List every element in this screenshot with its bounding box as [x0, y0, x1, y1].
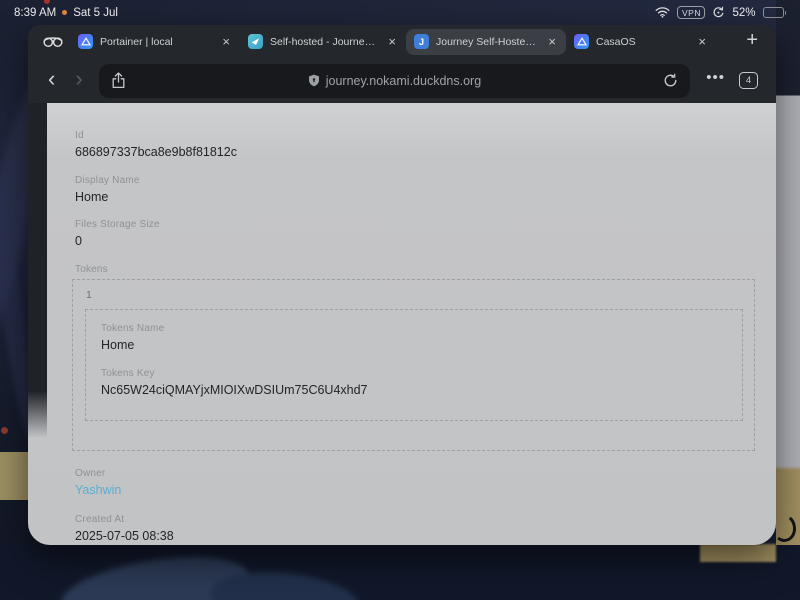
tab-portainer[interactable]: Portainer | local × — [70, 29, 240, 55]
tokens-list-box: 1 Tokens Name Home Tokens Key Nc65W24ciQ… — [72, 279, 755, 451]
field-value: Nc65W24ciQMAYjxMIOIXwDSIUm75C6U4xhd7 — [101, 383, 368, 397]
tab-title: Portainer | local — [100, 35, 173, 48]
tab-bar: Portainer | local × Self-hosted - Journe… — [28, 25, 776, 58]
status-left: 8:39 AM Sat 5 Jul — [14, 7, 118, 19]
owner-link[interactable]: Yashwin — [75, 483, 121, 497]
browser-window: Portainer | local × Self-hosted - Journe… — [28, 25, 776, 545]
url-text: journey.nokami.duckdns.org — [325, 73, 482, 88]
tab-casaos[interactable]: CasaOS × — [566, 29, 716, 55]
vpn-badge: VPN — [677, 6, 706, 19]
field-display-name: Display Name Home — [75, 175, 140, 204]
journey-favicon-icon: J — [414, 34, 429, 49]
reload-icon[interactable] — [663, 73, 678, 88]
clock-date: Sat 5 Jul — [73, 6, 118, 19]
field-files-storage-size: Files Storage Size 0 — [75, 219, 160, 248]
tab-journey-forum[interactable]: Self-hosted - Journey Forum × — [240, 29, 406, 55]
field-owner: Owner Yashwin — [75, 468, 121, 497]
field-label: Owner — [75, 468, 106, 479]
tab-title: Journey Self-Hosted Sync Drive — [436, 35, 539, 48]
field-id: Id 686897337bca8e9b8f81812c — [75, 130, 237, 159]
wallpaper-art — [700, 544, 776, 562]
wallpaper-art — [776, 0, 800, 600]
field-value: Home — [101, 338, 135, 352]
wallpaper-art — [0, 452, 28, 500]
tab-title: Self-hosted - Journey Forum — [270, 35, 380, 48]
url-display: journey.nokami.duckdns.org — [99, 74, 691, 88]
battery-icon — [762, 7, 786, 18]
field-label: Tokens Key — [101, 368, 155, 379]
page-content: Id 686897337bca8e9b8f81812c Display Name… — [28, 103, 776, 545]
status-bar: 8:39 AM Sat 5 Jul VPN 52% — [0, 0, 800, 25]
close-tab-icon[interactable]: × — [220, 35, 232, 48]
battery-percent: 52% — [732, 6, 756, 19]
url-field[interactable]: journey.nokami.duckdns.org — [98, 63, 691, 98]
close-tab-icon[interactable]: × — [546, 35, 558, 48]
field-label: Files Storage Size — [75, 219, 160, 230]
tab-count-button[interactable]: 4 — [739, 72, 758, 89]
wallpaper-art — [0, 545, 800, 600]
vpn-active-indicator-icon — [62, 10, 68, 15]
forum-favicon-icon — [248, 34, 263, 49]
private-mask-icon[interactable] — [36, 35, 70, 48]
field-value: 2025-07-05 08:38 — [75, 529, 174, 543]
orientation-lock-icon — [712, 6, 725, 19]
site-security-shield-icon — [308, 74, 320, 87]
field-label: Id — [75, 130, 84, 141]
token-item-box: Tokens Name Home Tokens Key Nc65W24ciQMA… — [85, 309, 743, 421]
content-left-shadow — [28, 103, 47, 438]
field-value: 0 — [75, 234, 82, 248]
tokens-section-label: Tokens — [75, 264, 108, 275]
token-index: 1 — [86, 289, 92, 301]
field-label: Tokens Name — [101, 323, 165, 334]
field-label: Display Name — [75, 175, 140, 186]
portainer-favicon-icon — [78, 34, 93, 49]
field-value: Home — [75, 190, 109, 204]
back-button[interactable]: ‹ — [40, 68, 63, 93]
field-token-name: Tokens Name Home — [101, 323, 742, 352]
close-tab-icon[interactable]: × — [696, 35, 708, 48]
browser-chrome: Portainer | local × Self-hosted - Journe… — [28, 25, 776, 103]
share-icon[interactable] — [111, 72, 126, 89]
wifi-icon — [655, 7, 670, 18]
clock-time: 8:39 AM — [14, 6, 57, 19]
status-right: VPN 52% — [655, 6, 786, 19]
field-token-key: Tokens Key Nc65W24ciQMAYjxMIOIXwDSIUm75C… — [101, 368, 742, 397]
forward-button[interactable]: › — [67, 68, 90, 93]
field-label: Created At — [75, 514, 125, 525]
field-created-at: Created At 2025-07-05 08:38 — [75, 514, 174, 543]
wallpaper-art — [1, 427, 8, 434]
tab-journey-sync-drive-active[interactable]: J Journey Self-Hosted Sync Drive × — [406, 28, 566, 55]
casaos-favicon-icon — [574, 34, 589, 49]
more-menu-button[interactable]: ••• — [698, 69, 733, 92]
new-tab-button[interactable]: + — [746, 29, 768, 54]
field-value: 686897337bca8e9b8f81812c — [75, 145, 237, 159]
close-tab-icon[interactable]: × — [386, 35, 398, 48]
address-bar: ‹ › journey.nokami.duckdns.org ••• 4 — [28, 58, 776, 103]
tab-title: CasaOS — [596, 35, 636, 48]
